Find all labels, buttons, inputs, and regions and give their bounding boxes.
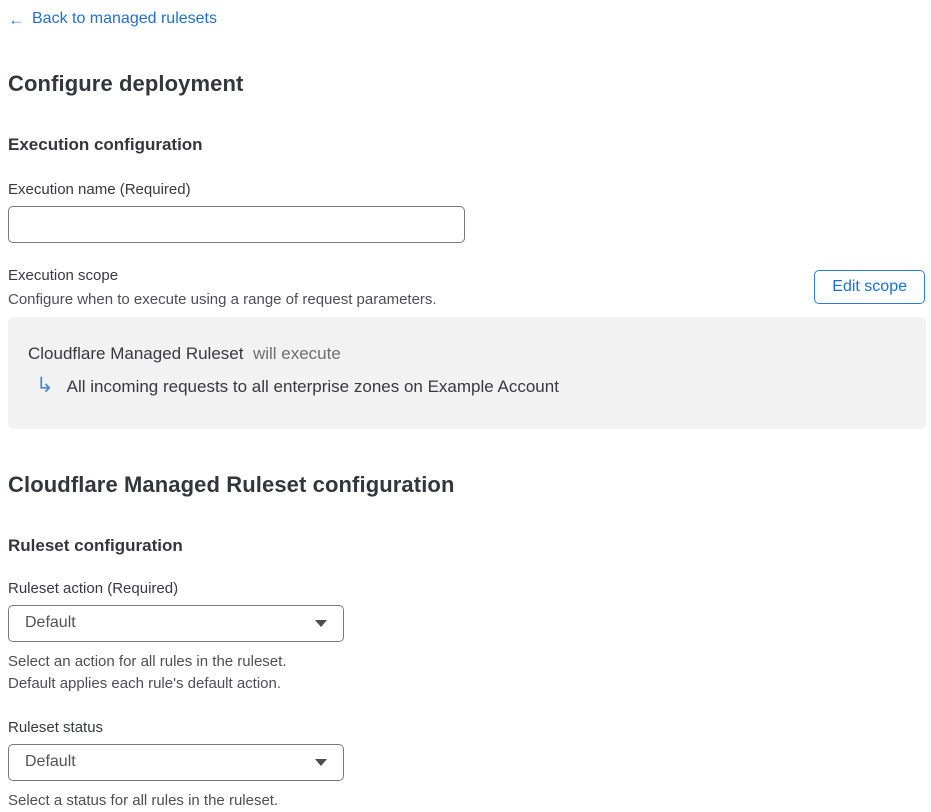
scope-detail-text: All incoming requests to all enterprise … [66,377,559,396]
ruleset-status-select[interactable]: Default [8,743,344,781]
ruleset-action-select[interactable]: Default [8,604,344,642]
ruleset-name-text: Cloudflare Managed Ruleset [28,343,244,363]
page-title: Configure deployment [8,70,244,96]
ruleset-action-help: Select an action for all rules in the ru… [8,651,925,695]
configure-deployment-page: ← Back to managed rulesets Configure dep… [0,0,931,809]
ruleset-action-label: Ruleset action (Required) [8,579,179,597]
execution-scope-label: Execution scope [8,266,119,284]
execution-scope-row: Execution scope Configure when to execut… [8,267,925,308]
will-execute-suffix: will execute [252,343,341,363]
ruleset-action-help-line2: Default applies each rule's default acti… [8,674,282,692]
chevron-down-icon [315,758,327,766]
scope-summary-headline: Cloudflare Managed Ruleset will execute [28,344,899,364]
execution-scope-description: Configure when to execute using a range … [8,290,437,308]
scope-summary-box: Cloudflare Managed Ruleset will execute … [8,316,926,429]
edit-scope-button[interactable]: Edit scope [814,270,925,304]
back-arrow-icon: ← [8,9,25,29]
ruleset-status-label: Ruleset status [8,718,104,736]
scope-summary-detail: ↳ All incoming requests to all enterpris… [36,373,899,398]
ruleset-action-help-line1: Select an action for all rules in the ru… [8,652,287,670]
chevron-down-icon [315,619,327,627]
execution-configuration-heading: Execution configuration [8,134,203,154]
ruleset-configuration-page-heading: Cloudflare Managed Ruleset configuration [8,471,455,497]
elbow-arrow-icon: ↳ [36,373,54,397]
execution-scope-text-block: Execution scope Configure when to execut… [8,267,437,308]
ruleset-status-selected-value: Default [25,753,76,770]
execution-name-label: Execution name (Required) [8,180,191,198]
back-link-label: Back to managed rulesets [32,10,217,27]
back-to-managed-rulesets-link[interactable]: ← Back to managed rulesets [8,10,217,28]
ruleset-configuration-subheading: Ruleset configuration [8,535,183,555]
ruleset-action-selected-value: Default [25,614,76,631]
execution-name-input[interactable] [8,205,465,243]
